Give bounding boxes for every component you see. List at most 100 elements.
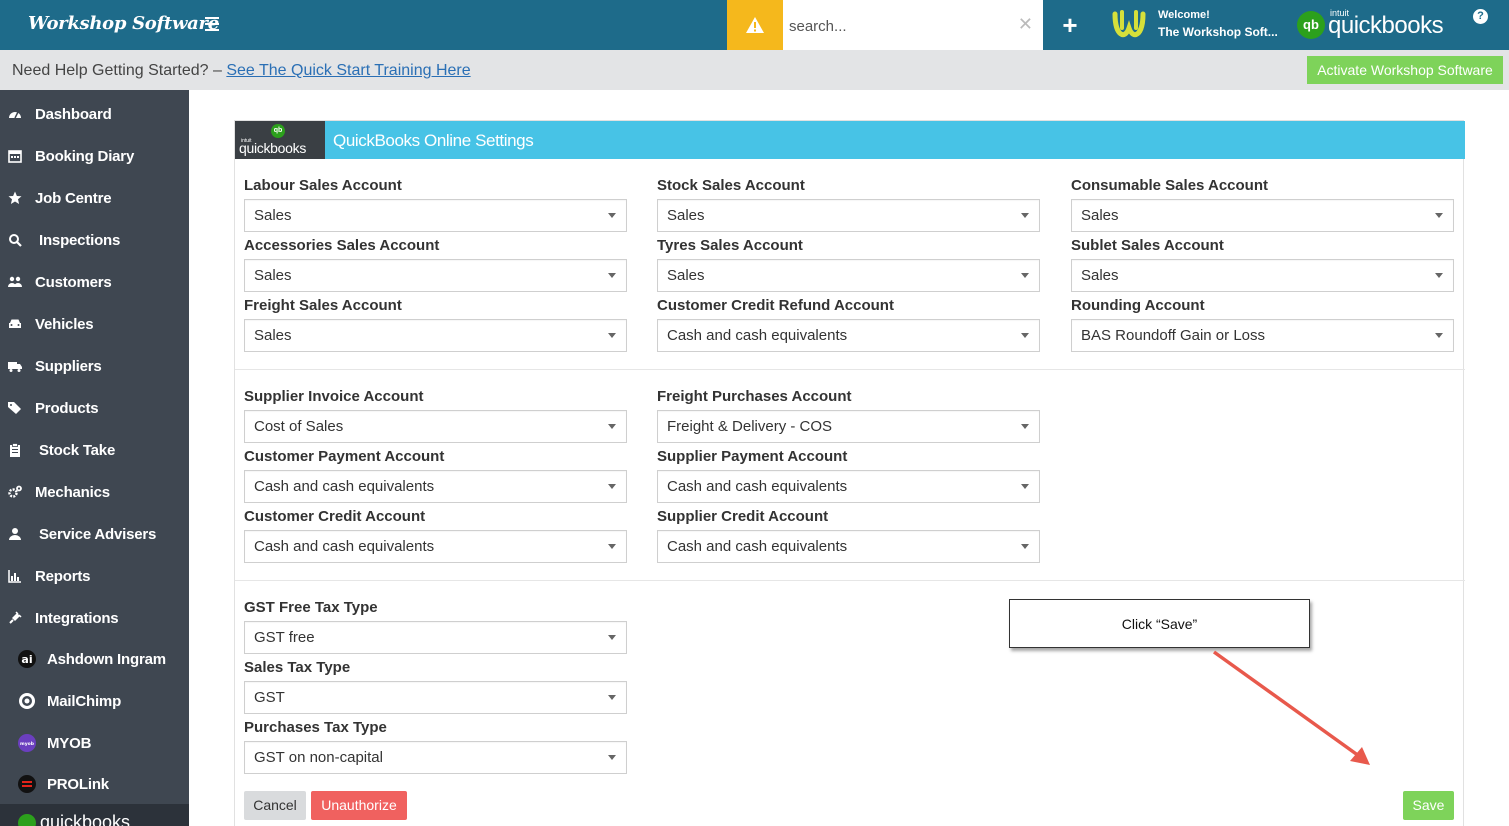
sidebar-item-label: Inspections <box>39 232 121 249</box>
supplier-payment-account-select[interactable]: Cash and cash equivalents <box>657 470 1040 503</box>
user-icon <box>9 528 21 540</box>
select-value: Sales <box>667 267 705 284</box>
sidebar-item-stock-take[interactable]: Stock Take <box>0 429 189 471</box>
help-icon[interactable]: ? <box>1473 9 1488 24</box>
field-label: Sales Tax Type <box>244 659 351 676</box>
select-value: Sales <box>254 207 292 224</box>
sidebar-item-label: Job Centre <box>35 190 112 207</box>
sidebar-item-job-centre[interactable]: Job Centre <box>0 177 189 219</box>
save-button[interactable]: Save <box>1403 791 1454 820</box>
sidebar-item-label: Booking Diary <box>35 148 135 165</box>
section-divider <box>235 580 1465 581</box>
menu-toggle-icon[interactable] <box>205 17 219 31</box>
caret-down-icon <box>1021 213 1029 218</box>
freight-purchases-account-field: Freight Purchases Account Freight & Deli… <box>657 387 1040 443</box>
caret-down-icon <box>1021 333 1029 338</box>
calendar-icon <box>8 150 22 163</box>
supplier-invoice-account-field: Supplier Invoice Account Cost of Sales <box>244 387 627 443</box>
sidebar-item-vehicles[interactable]: Vehicles <box>0 303 189 345</box>
freight-purchases-account-select[interactable]: Freight & Delivery - COS <box>657 410 1040 443</box>
search-input[interactable] <box>789 15 1009 37</box>
field-label: Supplier Credit Account <box>657 508 829 525</box>
customer-credit-refund-account-field: Customer Credit Refund Account Cash and … <box>657 296 1040 352</box>
sales-tax-type-field: Sales Tax Type GST <box>244 658 627 714</box>
field-label: Stock Sales Account <box>657 177 805 194</box>
quick-start-link[interactable]: See The Quick Start Training Here <box>226 62 470 79</box>
stock-sales-account-select[interactable]: Sales <box>657 199 1040 232</box>
sidebar-item-booking-diary[interactable]: Booking Diary <box>0 135 189 177</box>
sublet-sales-account-field: Sublet Sales Account Sales <box>1071 236 1454 292</box>
tyres-sales-account-select[interactable]: Sales <box>657 259 1040 292</box>
gst-free-tax-type-select[interactable]: GST free <box>244 621 627 654</box>
sidebar-item-customers[interactable]: Customers <box>0 261 189 303</box>
labour-sales-account-select[interactable]: Sales <box>244 199 627 232</box>
sidebar-item-reports[interactable]: Reports <box>0 555 189 597</box>
purchases-tax-type-select[interactable]: GST on non-capital <box>244 741 627 774</box>
sidebar-item-suppliers[interactable]: Suppliers <box>0 345 189 387</box>
unauthorize-button[interactable]: Unauthorize <box>311 791 407 820</box>
activate-button[interactable]: Activate Workshop Software <box>1307 56 1503 84</box>
freight-sales-account-select[interactable]: Sales <box>244 319 627 352</box>
section-divider <box>235 369 1465 370</box>
caret-down-icon <box>1021 484 1029 489</box>
sidebar-item-label: Vehicles <box>35 316 94 333</box>
customer-credit-refund-account-select[interactable]: Cash and cash equivalents <box>657 319 1040 352</box>
brand-logo[interactable]: Workshop Software <box>28 13 219 34</box>
cancel-button[interactable]: Cancel <box>244 791 306 820</box>
instruction-callout: Click “Save” <box>1009 599 1310 648</box>
sidebar-item-label: Customers <box>35 274 112 291</box>
clear-search-icon[interactable]: ✕ <box>1018 14 1033 35</box>
accessories-sales-account-select[interactable]: Sales <box>244 259 627 292</box>
sidebar-item-label: MYOB <box>47 735 92 752</box>
customer-credit-account-select[interactable]: Cash and cash equivalents <box>244 530 627 563</box>
sidebar-item-quickbooks[interactable]: quickbooks <box>0 804 189 826</box>
truck-icon <box>8 362 22 372</box>
prolink-logo-icon <box>18 775 36 793</box>
field-label: Consumable Sales Account <box>1071 177 1268 194</box>
add-new-icon[interactable]: + <box>1058 10 1082 40</box>
mailchimp-logo-icon <box>19 693 35 709</box>
sidebar-item-label: Products <box>35 400 99 417</box>
field-label: GST Free Tax Type <box>244 599 378 616</box>
quickbooks-wordmark: quickbooks <box>1328 12 1444 39</box>
caret-down-icon <box>608 273 616 278</box>
quickbooks-badge-icon: qb <box>271 124 285 138</box>
sidebar-item-dashboard[interactable]: Dashboard <box>0 93 189 135</box>
sublet-sales-account-select[interactable]: Sales <box>1071 259 1454 292</box>
sidebar-item-mechanics[interactable]: Mechanics <box>0 471 189 513</box>
field-label: Freight Purchases Account <box>657 388 852 405</box>
supplier-credit-account-select[interactable]: Cash and cash equivalents <box>657 530 1040 563</box>
user-name[interactable]: The Workshop Soft... <box>1158 25 1278 39</box>
caret-down-icon <box>608 333 616 338</box>
supplier-invoice-account-select[interactable]: Cost of Sales <box>244 410 627 443</box>
sidebar-item-inspections[interactable]: Inspections <box>0 219 189 261</box>
caret-down-icon <box>608 695 616 700</box>
sidebar-item-mailchimp[interactable]: MailChimp <box>0 680 189 722</box>
quickbooks-wordmark: quickbooks <box>239 140 307 156</box>
help-text: Need Help Getting Started? – See The Qui… <box>12 62 471 80</box>
field-label: Customer Credit Refund Account <box>657 297 894 314</box>
sidebar-item-products[interactable]: Products <box>0 387 189 429</box>
customer-payment-account-select[interactable]: Cash and cash equivalents <box>244 470 627 503</box>
select-value: Cash and cash equivalents <box>667 327 848 344</box>
svg-text:myob: myob <box>20 741 35 747</box>
plug-icon <box>9 611 22 624</box>
caret-down-icon <box>608 213 616 218</box>
sidebar-item-integrations[interactable]: Integrations <box>0 597 189 639</box>
sidebar-item-service-advisers[interactable]: Service Advisers <box>0 513 189 555</box>
sidebar-item-ashdown-ingram[interactable]: ai Ashdown Ingram <box>0 638 189 680</box>
panel-title: QuickBooks Online Settings <box>333 131 534 150</box>
consumable-sales-account-select[interactable]: Sales <box>1071 199 1454 232</box>
warning-icon[interactable] <box>727 0 783 50</box>
field-label: Purchases Tax Type <box>244 719 387 736</box>
rounding-account-select[interactable]: BAS Roundoff Gain or Loss <box>1071 319 1454 352</box>
sidebar-item-label: Suppliers <box>35 358 102 375</box>
sidebar-item-prolink[interactable]: PROLink <box>0 763 189 805</box>
star-icon <box>8 191 22 204</box>
field-label: Customer Credit Account <box>244 508 426 525</box>
sales-tax-type-select[interactable]: GST <box>244 681 627 714</box>
customer-payment-account-field: Customer Payment Account Cash and cash e… <box>244 447 627 503</box>
accessories-sales-account-field: Accessories Sales Account Sales <box>244 236 627 292</box>
sidebar-item-myob[interactable]: myob MYOB <box>0 722 189 764</box>
quickbooks-badge-icon: qb <box>1297 11 1325 39</box>
